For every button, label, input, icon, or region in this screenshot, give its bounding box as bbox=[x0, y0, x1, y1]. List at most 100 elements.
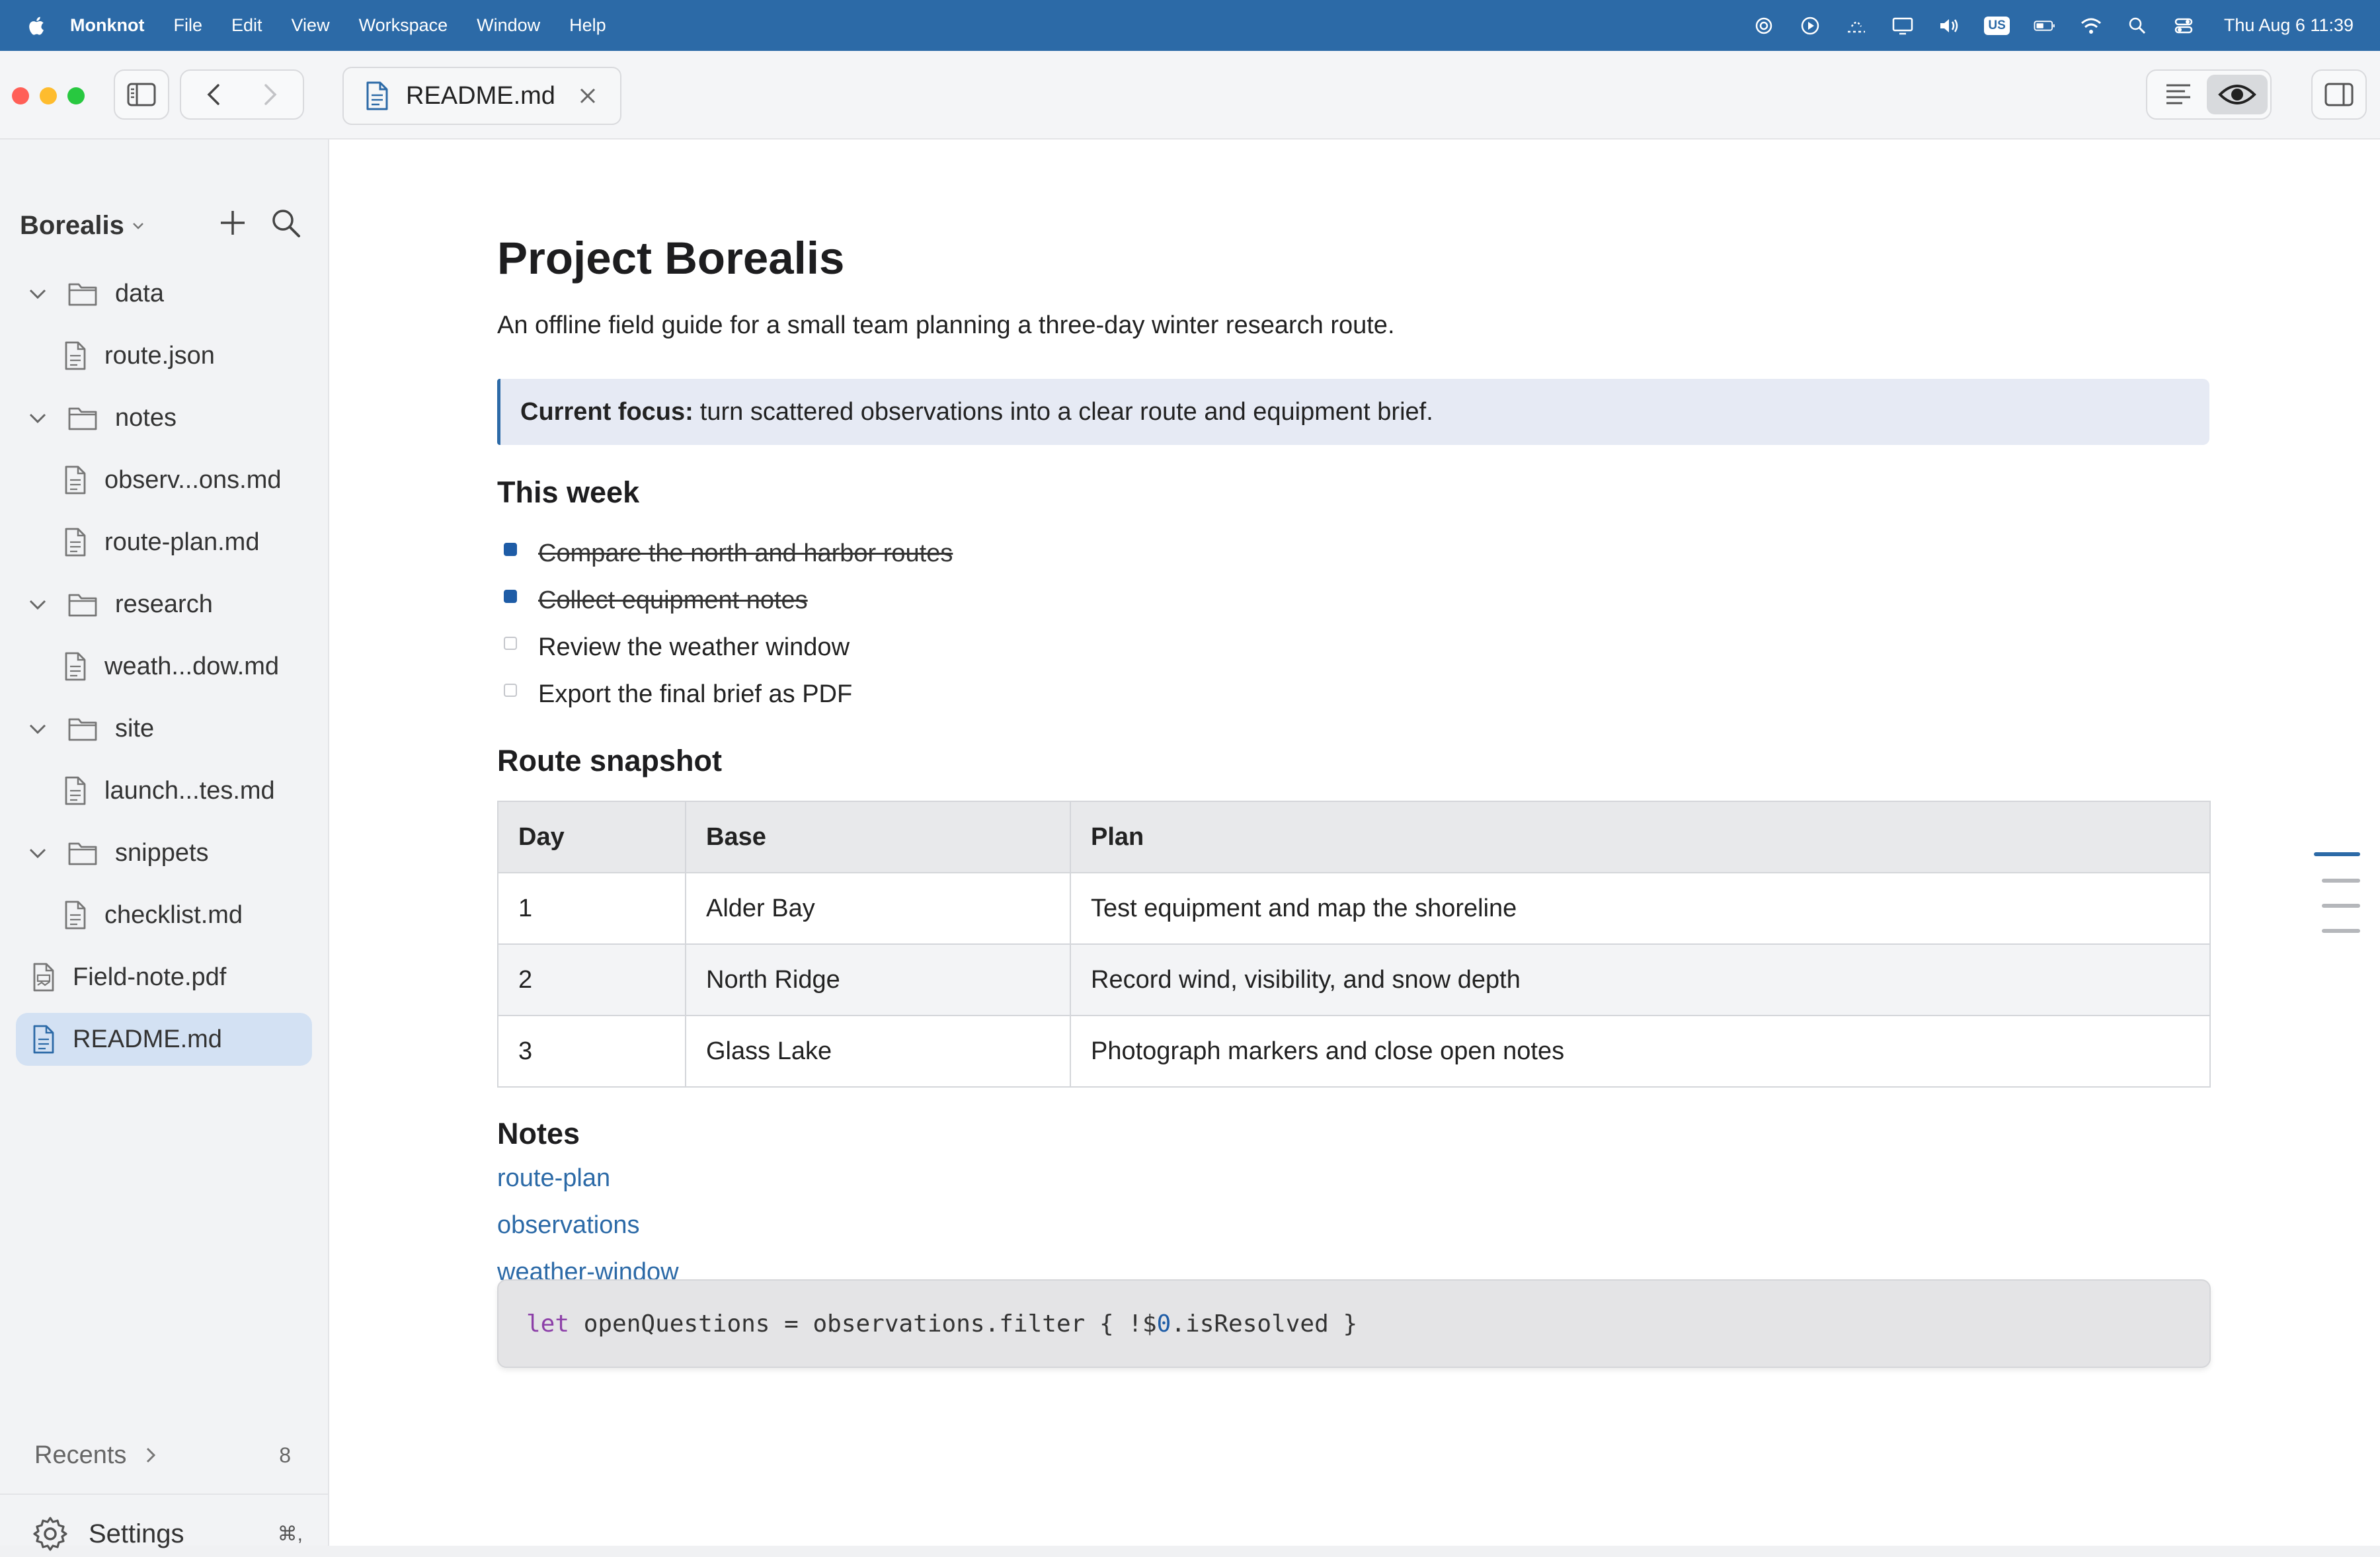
preview-mode-button[interactable] bbox=[2207, 75, 2268, 114]
menu-file[interactable]: File bbox=[173, 15, 202, 36]
tree-file-weather-window[interactable]: weath...dow.md bbox=[63, 640, 279, 693]
document-icon bbox=[366, 81, 388, 110]
tree-item-label: README.md bbox=[73, 1025, 222, 1053]
table-row: 2 North Ridge Record wind, visibility, a… bbox=[497, 943, 2211, 1016]
recents-row[interactable]: Recents 8 bbox=[34, 1435, 299, 1475]
tree-item-label: route-plan.md bbox=[104, 528, 260, 556]
task-item: Export the final brief as PDF bbox=[504, 674, 852, 714]
vault-switcher[interactable]: Borealis bbox=[20, 211, 124, 241]
task-label: Review the weather window bbox=[538, 633, 850, 661]
weather-icon[interactable] bbox=[1845, 15, 1868, 37]
code-text-end: .isResolved } bbox=[1171, 1310, 1358, 1337]
focus-callout: Current focus: turn scattered observatio… bbox=[497, 379, 2209, 445]
menu-app-name[interactable]: Monknot bbox=[70, 15, 144, 36]
table-cell: 3 bbox=[497, 1015, 686, 1088]
task-checkbox[interactable] bbox=[504, 684, 517, 697]
table-row: 1 Alder Bay Test equipment and map the s… bbox=[497, 872, 2211, 945]
outline-marker-active[interactable] bbox=[2314, 852, 2360, 856]
close-icon[interactable] bbox=[578, 86, 598, 106]
outline-marker[interactable] bbox=[2322, 879, 2360, 883]
tab-label: README.md bbox=[406, 81, 555, 110]
menu-workspace[interactable]: Workspace bbox=[359, 15, 448, 36]
document-icon bbox=[65, 652, 86, 681]
chevron-down-icon[interactable] bbox=[26, 842, 49, 864]
tree-file-field-note-pdf[interactable]: Field-note.pdf bbox=[32, 951, 226, 1004]
sidebar-divider bbox=[0, 1494, 328, 1495]
toggle-right-panel-button[interactable] bbox=[2311, 69, 2367, 120]
menu-window[interactable]: Window bbox=[477, 15, 540, 36]
chevron-down-icon[interactable] bbox=[26, 407, 49, 429]
table-cell: 2 bbox=[497, 943, 686, 1016]
recents-count: 8 bbox=[279, 1443, 291, 1467]
spotlight-search-icon[interactable] bbox=[2126, 15, 2149, 37]
apple-icon[interactable] bbox=[26, 15, 45, 36]
tree-folder-research[interactable]: research bbox=[26, 578, 213, 631]
navigation-buttons bbox=[180, 69, 304, 120]
outline-mode-button[interactable] bbox=[2150, 73, 2207, 116]
document-icon bbox=[65, 465, 86, 495]
table-cell: Glass Lake bbox=[685, 1015, 1071, 1088]
task-checkbox[interactable] bbox=[504, 637, 517, 650]
tree-file-launch-notes[interactable]: launch...tes.md bbox=[63, 764, 275, 817]
toggle-sidebar-button[interactable] bbox=[114, 69, 169, 120]
display-icon[interactable] bbox=[1891, 15, 1914, 37]
table-cell: Alder Bay bbox=[685, 872, 1071, 945]
outline-marker[interactable] bbox=[2322, 904, 2360, 908]
folder-icon bbox=[68, 283, 97, 306]
menu-help[interactable]: Help bbox=[569, 15, 606, 36]
minimize-window-button[interactable] bbox=[40, 87, 57, 104]
task-label: Export the final brief as PDF bbox=[538, 680, 853, 708]
status-area: US Thu Aug 6 11:39 bbox=[1753, 0, 2354, 51]
tree-folder-site[interactable]: site bbox=[26, 702, 154, 755]
tree-folder-notes[interactable]: notes bbox=[26, 391, 177, 444]
tree-file-checklist[interactable]: checklist.md bbox=[63, 889, 243, 941]
chevron-down-icon[interactable] bbox=[26, 282, 49, 305]
menu-view[interactable]: View bbox=[292, 15, 330, 36]
menu-edit[interactable]: Edit bbox=[231, 15, 262, 36]
back-icon[interactable] bbox=[201, 81, 227, 108]
zoom-window-button[interactable] bbox=[67, 87, 85, 104]
chevron-down-icon[interactable] bbox=[26, 593, 49, 616]
chevron-down-icon[interactable] bbox=[26, 717, 49, 740]
openai-icon[interactable] bbox=[1753, 15, 1775, 37]
chevron-down-icon[interactable] bbox=[131, 218, 145, 233]
close-window-button[interactable] bbox=[12, 87, 29, 104]
play-circle-icon[interactable] bbox=[1799, 15, 1821, 37]
page-title: Project Borealis bbox=[497, 233, 845, 284]
new-note-plus-icon[interactable] bbox=[216, 206, 250, 240]
search-icon[interactable] bbox=[268, 206, 303, 240]
folder-icon bbox=[68, 842, 97, 865]
table-row: 3 Glass Lake Photograph markers and clos… bbox=[497, 1015, 2211, 1088]
tree-file-observations[interactable]: observ...ons.md bbox=[63, 454, 282, 506]
link-route-plan[interactable]: route-plan bbox=[497, 1164, 610, 1193]
battery-icon[interactable] bbox=[2034, 15, 2056, 37]
settings-row[interactable]: Settings ⌘, bbox=[32, 1511, 303, 1557]
outline-marker[interactable] bbox=[2322, 929, 2360, 933]
heading-notes: Notes bbox=[497, 1117, 580, 1150]
table-cell: North Ridge bbox=[685, 943, 1071, 1016]
app-window: README.md Borealis data route.json notes… bbox=[0, 51, 2380, 1551]
code-block: let openQuestions = observations.filter … bbox=[497, 1279, 2211, 1368]
keyboard-layout-badge[interactable]: US bbox=[1984, 16, 2010, 35]
tree-file-route-json[interactable]: route.json bbox=[63, 329, 215, 382]
control-center-icon[interactable] bbox=[2172, 15, 2195, 37]
tree-folder-data[interactable]: data bbox=[26, 267, 164, 320]
gear-icon bbox=[33, 1517, 67, 1551]
align-left-icon bbox=[2166, 84, 2190, 104]
tab-readme[interactable]: README.md bbox=[342, 67, 621, 125]
callout-bold-label: Current focus: bbox=[520, 397, 694, 426]
menu-items: Monknot File Edit View Workspace Window … bbox=[70, 15, 606, 36]
wifi-icon[interactable] bbox=[2080, 15, 2102, 37]
forward-icon[interactable] bbox=[257, 81, 283, 108]
tree-item-label: research bbox=[115, 590, 213, 618]
tree-folder-snippets[interactable]: snippets bbox=[26, 826, 209, 879]
volume-icon[interactable] bbox=[1938, 15, 1960, 37]
sidebar-right-icon bbox=[2324, 83, 2354, 106]
task-checkbox-checked[interactable] bbox=[504, 590, 517, 603]
clock[interactable]: Thu Aug 6 11:39 bbox=[2224, 15, 2354, 36]
task-checkbox-checked[interactable] bbox=[504, 543, 517, 556]
folder-icon bbox=[68, 594, 97, 617]
link-observations[interactable]: observations bbox=[497, 1211, 639, 1240]
tree-file-route-plan[interactable]: route-plan.md bbox=[63, 516, 259, 569]
tree-file-readme[interactable]: README.md bbox=[16, 1013, 312, 1066]
